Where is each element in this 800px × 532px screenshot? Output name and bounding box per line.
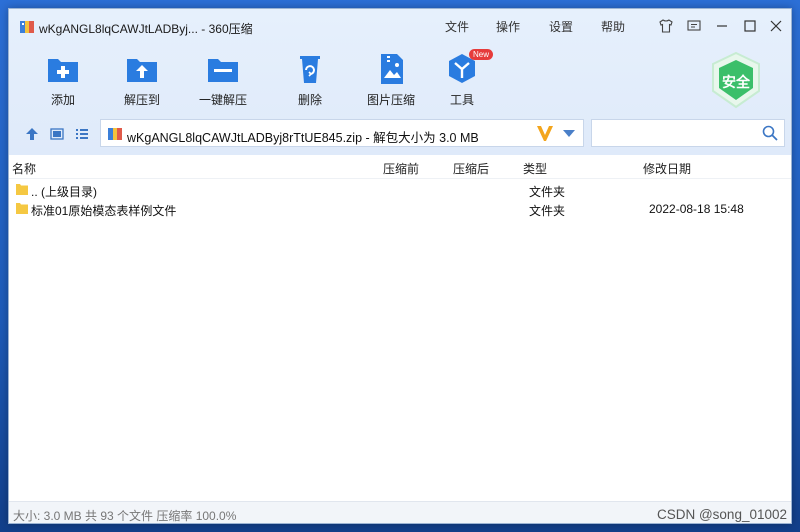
feedback-button[interactable] bbox=[681, 15, 707, 37]
column-modified-date[interactable]: 修改日期 bbox=[643, 160, 691, 177]
watermark: CSDN @song_01002 bbox=[656, 507, 787, 522]
one-click-extract-label: 一键解压 bbox=[198, 93, 247, 107]
window-chrome: wKgANGL8lqCAWJtLADByj... - 360压缩 文件 操作 设… bbox=[9, 9, 791, 155]
file-list-header: 名称 压缩前 压缩后 类型 修改日期 bbox=[9, 157, 791, 179]
image-compress-icon bbox=[381, 54, 403, 84]
extract-to-label: 解压到 bbox=[123, 93, 160, 107]
column-original-size[interactable]: 压缩前 bbox=[383, 160, 419, 177]
menu-operation[interactable]: 操作 bbox=[496, 18, 520, 35]
new-badge: New bbox=[469, 49, 494, 60]
add-icon bbox=[48, 59, 78, 82]
item-name: 标准01原始模态表样例文件 bbox=[31, 204, 177, 218]
maximize-icon bbox=[744, 20, 756, 32]
thumbnail-view-button[interactable] bbox=[48, 125, 66, 143]
one-click-extract-button[interactable]: 一键解压 bbox=[188, 51, 258, 111]
add-button[interactable]: 添加 bbox=[28, 51, 98, 111]
menu-file[interactable]: 文件 bbox=[445, 18, 469, 35]
list-view-icon bbox=[76, 129, 88, 139]
delete-icon bbox=[300, 56, 320, 83]
window-title: wKgANGL8lqCAWJtLADByj... - 360压缩 bbox=[39, 22, 253, 36]
column-type[interactable]: 类型 bbox=[523, 160, 547, 177]
skin-button[interactable] bbox=[653, 15, 679, 37]
column-compressed-size[interactable]: 压缩后 bbox=[453, 160, 489, 177]
extract-to-button[interactable]: 解压到 bbox=[107, 51, 177, 111]
title-bar: wKgANGL8lqCAWJtLADByj... - 360压缩 文件 操作 设… bbox=[9, 9, 791, 43]
chevron-down-icon[interactable] bbox=[563, 130, 575, 138]
menu-help[interactable]: 帮助 bbox=[601, 18, 625, 35]
minimize-button[interactable] bbox=[709, 15, 735, 37]
status-bar: 大小: 3.0 MB 共 93 个文件 压缩率 100.0% CSDN @son… bbox=[9, 501, 791, 523]
thumbnail-view-icon bbox=[50, 128, 64, 140]
list-item[interactable]: .. (上级目录) 文件夹 bbox=[9, 181, 791, 200]
verified-v-icon[interactable] bbox=[535, 123, 555, 143]
item-name: .. (上级目录) bbox=[31, 185, 97, 199]
close-button[interactable] bbox=[763, 15, 789, 37]
menu-settings[interactable]: 设置 bbox=[549, 18, 573, 35]
safe-label: 安全 bbox=[722, 74, 750, 90]
one-click-extract-icon bbox=[208, 59, 238, 82]
message-icon bbox=[687, 20, 701, 31]
address-row: wKgANGL8lqCAWJtLADByj8rTtUE845.zip - 解包大… bbox=[9, 119, 791, 149]
item-type: 文件夹 bbox=[529, 185, 566, 199]
app-window: wKgANGL8lqCAWJtLADByj... - 360压缩 文件 操作 设… bbox=[8, 8, 792, 524]
image-compress-button[interactable]: 图片压缩 bbox=[356, 51, 426, 111]
security-shield[interactable]: 安全 bbox=[709, 51, 763, 109]
column-name[interactable]: 名称 bbox=[12, 160, 36, 177]
folder-icon bbox=[16, 184, 28, 195]
tools-label: 工具 bbox=[449, 93, 474, 107]
arrow-up-icon bbox=[26, 128, 38, 140]
zip-app-icon bbox=[20, 21, 34, 33]
search-input[interactable] bbox=[591, 119, 785, 147]
extract-to-icon bbox=[127, 59, 157, 82]
address-bar[interactable]: wKgANGL8lqCAWJtLADByj8rTtUE845.zip - 解包大… bbox=[100, 119, 584, 147]
item-date: 2022-08-18 15:48 bbox=[649, 202, 744, 216]
image-compress-label: 图片压缩 bbox=[366, 93, 415, 107]
delete-label: 删除 bbox=[297, 93, 322, 107]
maximize-button[interactable] bbox=[737, 15, 763, 37]
minimize-icon bbox=[717, 25, 727, 27]
close-icon bbox=[770, 20, 782, 32]
item-type: 文件夹 bbox=[529, 204, 566, 218]
zip-file-icon bbox=[108, 128, 122, 140]
folder-icon bbox=[16, 203, 28, 214]
delete-button[interactable]: 删除 bbox=[275, 51, 345, 111]
up-level-button[interactable] bbox=[23, 125, 41, 143]
list-view-button[interactable] bbox=[73, 125, 91, 143]
status-text: 大小: 3.0 MB 共 93 个文件 压缩率 100.0% bbox=[13, 509, 237, 523]
add-label: 添加 bbox=[50, 93, 75, 107]
search-icon[interactable] bbox=[762, 125, 778, 141]
list-item[interactable]: 标准01原始模态表样例文件 文件夹 2022-08-18 15:48 bbox=[9, 200, 791, 219]
tools-button[interactable]: New 工具 bbox=[427, 49, 497, 111]
address-path: wKgANGL8lqCAWJtLADByj8rTtUE845.zip - 解包大… bbox=[127, 131, 479, 145]
tshirt-icon bbox=[659, 19, 673, 33]
